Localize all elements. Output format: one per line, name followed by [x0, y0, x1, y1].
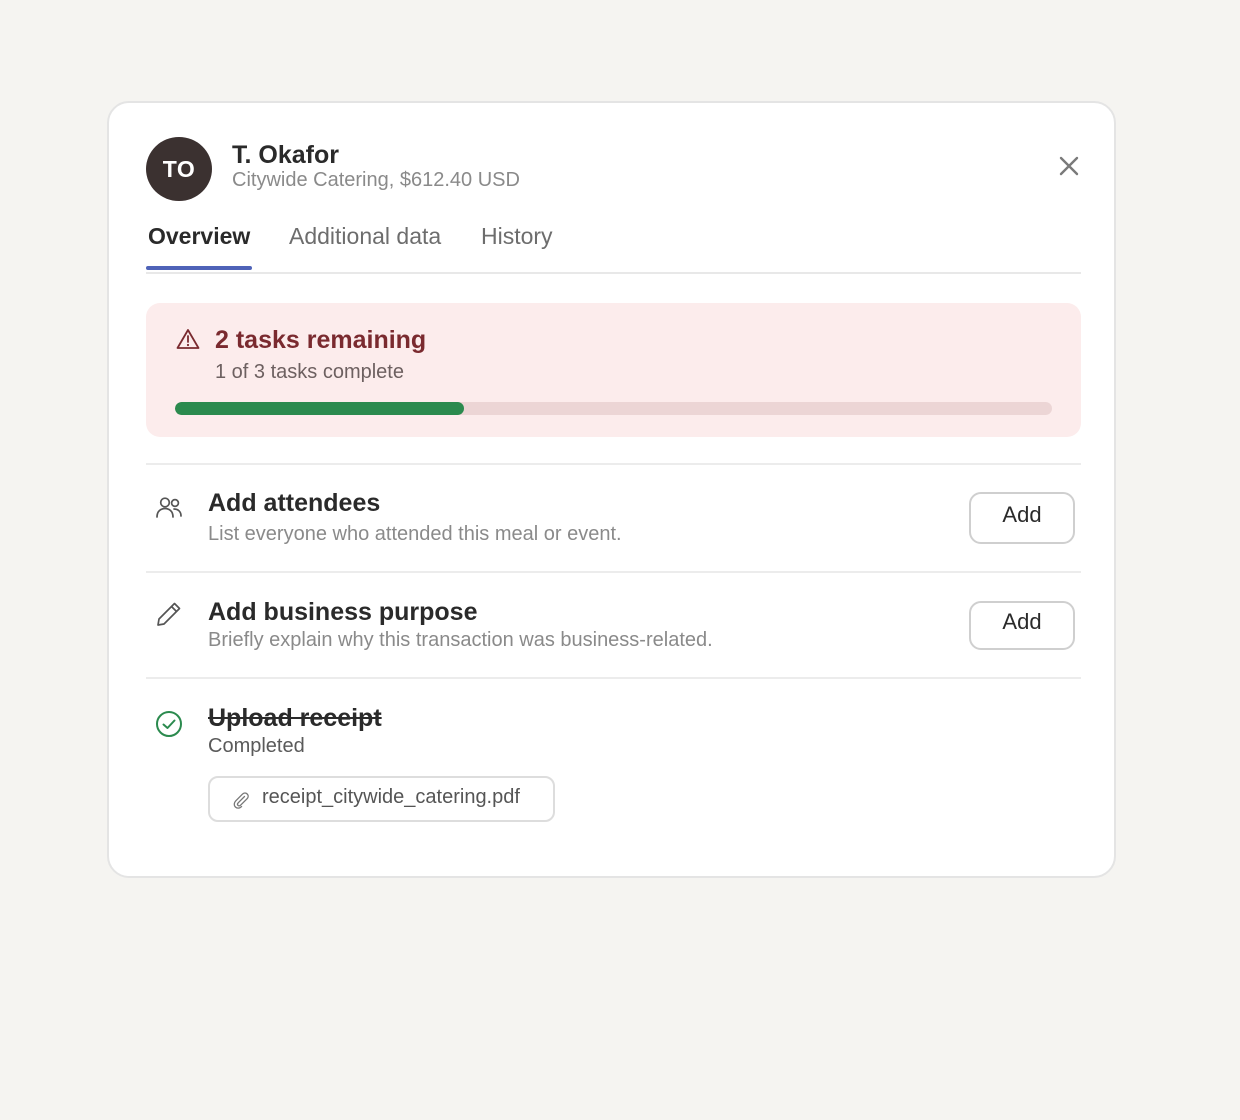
task-status-completed: Completed	[208, 735, 305, 757]
task-title-business-purpose: Add business purpose	[208, 598, 478, 626]
task-description-attendees: List everyone who attended this meal or …	[208, 523, 622, 545]
warning-triangle-icon	[176, 328, 200, 350]
receipt-attachment[interactable]: receipt_citywide_catering.pdf	[208, 776, 555, 822]
progress-bar	[175, 402, 1052, 415]
task-detail-card: TO T. Okafor Citywide Catering, $612.40 …	[107, 101, 1116, 878]
add-attendees-button[interactable]: Add	[969, 492, 1075, 544]
attachment-filename: receipt_citywide_catering.pdf	[262, 786, 520, 808]
card-content: TO T. Okafor Citywide Catering, $612.40 …	[146, 103, 1081, 876]
tab-additional-data[interactable]: Additional data	[289, 223, 441, 250]
user-name: T. Okafor	[232, 141, 339, 169]
active-tab-indicator	[146, 266, 252, 270]
transaction-summary: Citywide Catering, $612.40 USD	[232, 169, 520, 191]
people-icon	[154, 493, 184, 523]
add-business-purpose-button[interactable]: Add	[969, 601, 1075, 650]
task-description-business-purpose: Briefly explain why this transaction was…	[208, 629, 713, 651]
divider	[146, 677, 1081, 679]
tasks-remaining-alert: 2 tasks remaining 1 of 3 tasks complete	[146, 303, 1081, 437]
pencil-icon	[154, 599, 184, 629]
tab-overview[interactable]: Overview	[148, 223, 250, 250]
progress-bar-fill	[175, 402, 465, 415]
paperclip-icon	[232, 791, 250, 809]
task-title-attendees: Add attendees	[208, 489, 381, 517]
task-title-upload-receipt: Upload receipt	[208, 704, 382, 732]
tab-history[interactable]: History	[481, 223, 553, 250]
avatar-initials: TO	[162, 155, 196, 182]
close-icon[interactable]	[1058, 155, 1080, 177]
divider	[146, 571, 1081, 573]
check-circle-icon	[154, 709, 184, 739]
divider	[146, 463, 1081, 465]
alert-title: 2 tasks remaining	[215, 326, 427, 354]
alert-subtitle: 1 of 3 tasks complete	[215, 361, 404, 383]
avatar: TO	[146, 137, 212, 201]
tab-bar: Overview Additional data History	[146, 215, 1081, 274]
